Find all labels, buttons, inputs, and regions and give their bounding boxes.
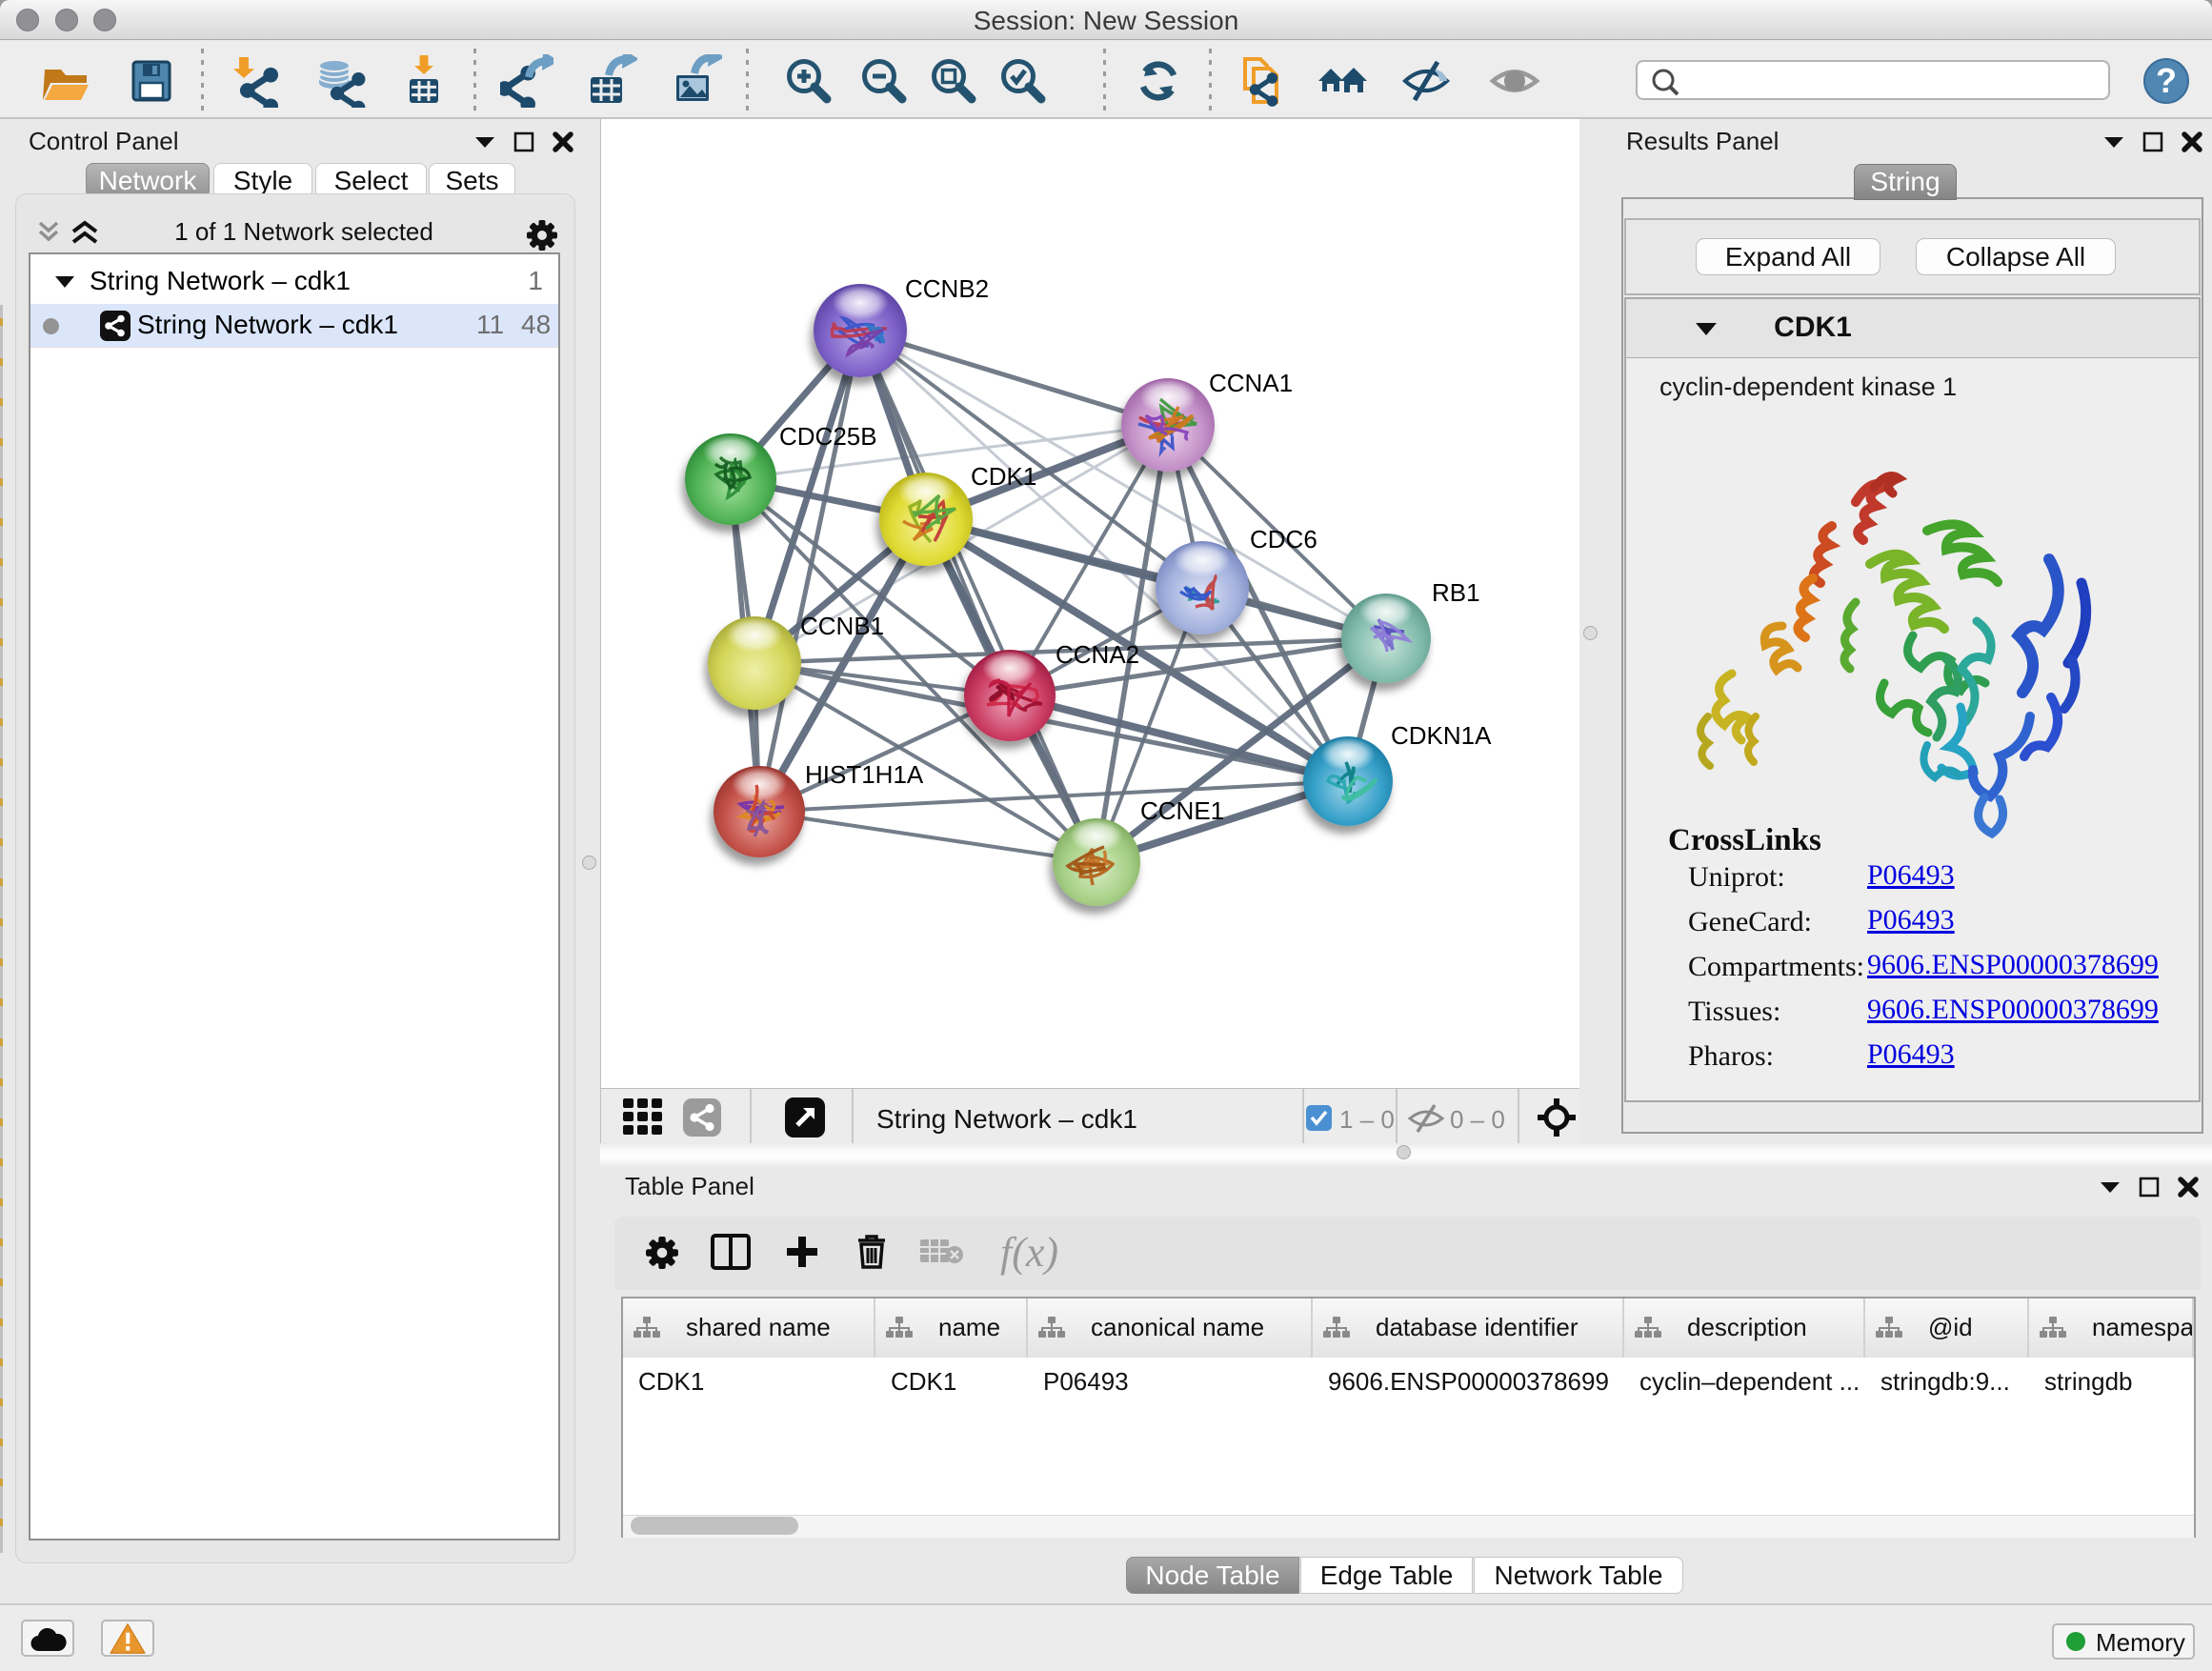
svg-text:?: ?	[2156, 61, 2177, 100]
